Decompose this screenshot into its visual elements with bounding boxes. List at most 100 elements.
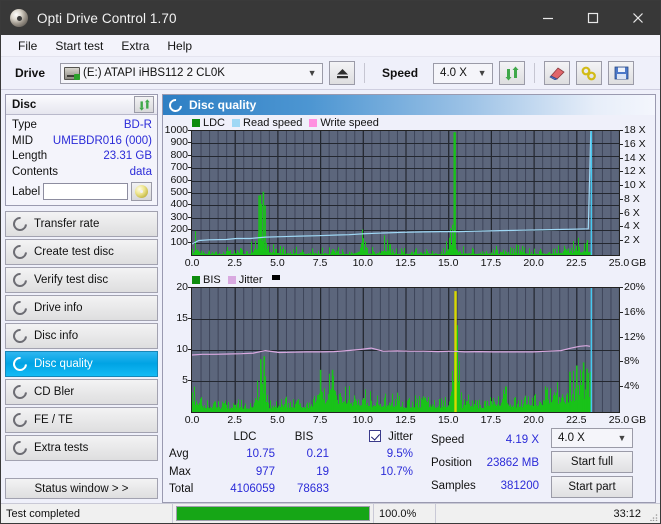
menu-item-extra[interactable]: Extra [112, 37, 158, 55]
disc-row-contents-key: Contents [12, 165, 59, 178]
progress-bar [176, 506, 370, 521]
legend-swatch-read-speed [232, 119, 241, 127]
menu-item-file[interactable]: File [9, 37, 46, 55]
ldc-x-tick-label: 15.0 [437, 257, 459, 269]
sidebar-item-disc-quality[interactable]: Disc quality [5, 351, 158, 377]
speed-select[interactable]: 4.0 X ▼ [433, 62, 494, 84]
eject-button[interactable] [329, 61, 356, 85]
ldc-x-unit-label: GB [631, 257, 647, 269]
progress-bar-fill [177, 507, 369, 520]
bis-x-tick-label: 0.0 [184, 414, 200, 426]
disc-label-button[interactable] [131, 182, 152, 201]
disc-panel-header: Disc [6, 95, 157, 115]
stats-max-ldc: 977 [255, 465, 275, 478]
ldc-chart: LDC Read speed Write speed 100 200 300 400 5… [165, 116, 653, 271]
ldc-y2-tick-label: 6 X [624, 206, 640, 219]
refresh-button[interactable] [499, 61, 526, 85]
disc-row-mid-key: MID [12, 134, 34, 147]
ldc-y2-tick [620, 143, 623, 145]
start-full-button[interactable]: Start full [551, 451, 633, 473]
ldc-x-tick-label: 17.5 [480, 257, 502, 269]
resize-grip-icon[interactable] [646, 504, 660, 523]
disc-label-input[interactable] [43, 183, 128, 200]
bis-x-axis: 0.0 2.5 5.0 7.5 10.0 12.5 15.0 17.5 20.0 22.5 25.0… [165, 413, 653, 428]
start-part-button[interactable]: Start part [551, 476, 633, 498]
menu-item-help[interactable]: Help [158, 37, 201, 55]
ldc-y2-tick [620, 185, 623, 187]
ldc-y-axis-right: 2 X4 X6 X8 X 10 X 12 X 14 X 16 X 18 X [620, 124, 653, 256]
disc-icon [10, 214, 30, 234]
erase-button[interactable] [544, 61, 571, 85]
drive-toolbar: Drive (E:) ATAPI iHBS112 2 CL0K ▼ Speed … [1, 57, 660, 90]
bis-plot-area[interactable] [191, 287, 620, 413]
table-row: Total 4106059 78683 [167, 481, 331, 499]
drive-select-value: (E:) ATAPI iHBS112 2 CL0K [83, 67, 225, 79]
sidebar-item-drive-info[interactable]: Drive info [5, 295, 158, 321]
legend-item-read-speed: Read speed [232, 117, 302, 129]
legend-label-read-speed: Read speed [243, 117, 303, 129]
content-panel: Disc quality LDC Read speed Write speed … [162, 94, 656, 503]
legend-label-write-speed: Write speed [320, 117, 379, 129]
ldc-y-tick-label: 1000 [164, 124, 188, 136]
bis-plot-row: 5 10 15 20 4% 8% 12% 16% 20% [165, 281, 653, 413]
disc-label-key: Label [12, 185, 41, 198]
bis-y2-tick-label: 12% [624, 330, 646, 343]
speed-label: Speed [382, 66, 419, 80]
legend-swatch-bis [192, 276, 200, 284]
bis-x-tick-label: 10.0 [352, 414, 374, 426]
readout-samples-value: 381200 [500, 480, 539, 493]
disc-refresh-button[interactable] [134, 96, 154, 113]
maximize-icon[interactable] [570, 1, 615, 35]
bis-y2-tick [620, 386, 623, 388]
readout-speed-value: 4.19 X [505, 433, 539, 446]
sidebar-item-cd-bler[interactable]: CD Bler [5, 379, 158, 405]
sidebar-item-label: Extra tests [34, 442, 89, 454]
ldc-x-tick-label: 25.0 [608, 257, 630, 269]
sidebar-item-create-test-disc[interactable]: Create test disc [5, 239, 158, 265]
bis-y2-tick [620, 287, 623, 288]
bis-x-tick-label: 20.0 [523, 414, 544, 426]
legend-swatch-ldc [192, 119, 200, 127]
sidebar-item-label: Verify test disc [34, 274, 109, 286]
menu-bar: File Start test Extra Help [1, 35, 660, 57]
sidebar-item-label: Drive info [34, 302, 83, 314]
legend-swatch-write-speed [309, 119, 318, 127]
sidebar-item-fe-te[interactable]: FE / TE [5, 407, 158, 433]
stats-max-jitter: 10.7% [380, 465, 413, 478]
ldc-y2-tick [620, 240, 623, 242]
speed-select-value: 4.0 X [440, 67, 467, 79]
table-row: 9.5% [353, 446, 415, 464]
readout-position-label: Position [431, 456, 472, 469]
ldc-y2-tick-label: 4 X [624, 220, 640, 233]
status-window-button[interactable]: Status window > > [5, 478, 158, 499]
disc-row-contents-value: data [129, 165, 152, 178]
readout-position-value: 23862 MB [486, 456, 539, 469]
ldc-y-axis: 100 200 300 400 500 600 700 800 900 1000 [165, 124, 191, 256]
sidebar-item-disc-info[interactable]: Disc info [5, 323, 158, 349]
save-button[interactable] [608, 61, 635, 85]
menu-item-start-test[interactable]: Start test [46, 37, 112, 55]
tools-button[interactable] [576, 61, 603, 85]
chevron-down-icon: ▼ [477, 67, 487, 78]
sidebar-item-verify-test-disc[interactable]: Verify test disc [5, 267, 158, 293]
ldc-y2-tick-label: 2 X [624, 234, 640, 247]
minimize-icon[interactable] [525, 1, 570, 35]
disc-icon [10, 9, 28, 27]
drive-select[interactable]: (E:) ATAPI iHBS112 2 CL0K ▼ [60, 62, 324, 84]
disc-panel: Disc Type BD-R MID UMEBDR016 (000) Lengt… [5, 94, 158, 206]
stats-total-ldc: 4106059 [230, 483, 275, 496]
bis-jitter-chart: BIS Jitter 5 10 15 20 4% 8% 12% 16% 20% 0.0 2.5 [165, 273, 653, 428]
disc-icon [10, 298, 30, 318]
jitter-checkbox[interactable] [368, 430, 381, 443]
legend-item-bis: BIS [192, 274, 221, 286]
test-speed-select[interactable]: 4.0 X ▼ [551, 428, 633, 448]
disc-row-type: Type BD-R [12, 118, 152, 134]
disc-row-length-value: 23.31 GB [103, 150, 152, 162]
sidebar-item-extra-tests[interactable]: Extra tests [5, 435, 158, 461]
ldc-plot-area[interactable] [191, 130, 620, 256]
close-icon[interactable] [615, 1, 660, 35]
ldc-y2-tick-label: 14 X [624, 151, 646, 164]
chevron-down-icon: ▼ [617, 432, 627, 443]
sidebar-item-transfer-rate[interactable]: Transfer rate [5, 211, 158, 237]
